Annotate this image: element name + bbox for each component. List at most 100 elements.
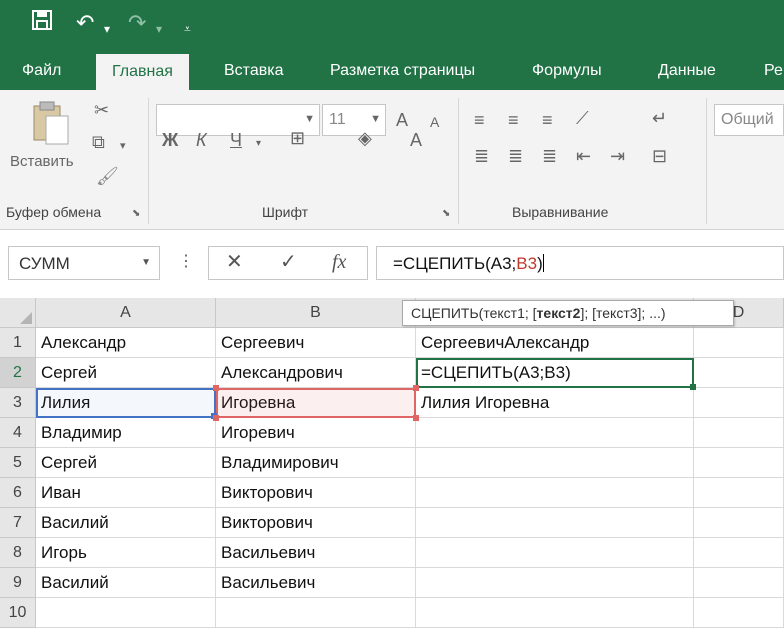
customize-icon[interactable]: ⩡ (184, 14, 191, 44)
cell-a5[interactable]: Сергей (36, 448, 216, 478)
redo-icon[interactable]: ↷ (128, 8, 146, 38)
row-header-10[interactable]: 10 (0, 598, 36, 628)
italic-button[interactable]: К (196, 130, 207, 150)
fill-handle[interactable] (690, 384, 696, 390)
name-box[interactable]: СУММ ▼ (8, 246, 160, 280)
undo-icon[interactable]: ↶ (76, 8, 94, 38)
cell-a8[interactable]: Игорь (36, 538, 216, 568)
font-color-icon[interactable]: A (410, 130, 422, 150)
resize-handle[interactable] (413, 415, 419, 421)
formula-input[interactable]: =СЦЕПИТЬ(А3;B3) (376, 246, 784, 280)
undo-dropdown-icon[interactable]: ▾ (104, 14, 110, 44)
cell-d2[interactable] (694, 358, 784, 388)
cell-b2[interactable]: Александрович (216, 358, 416, 388)
cell-c8[interactable] (416, 538, 694, 568)
orientation-icon[interactable]: ⟋ (576, 108, 589, 128)
tab-home[interactable]: Главная (96, 54, 189, 90)
number-format-combo[interactable]: Общий (714, 104, 784, 136)
copy-icon[interactable]: ⧉ (92, 132, 105, 152)
paste-icon[interactable] (28, 100, 72, 150)
borders-icon[interactable]: ⊞ (290, 128, 305, 148)
cell-c7[interactable] (416, 508, 694, 538)
row-header-4[interactable]: 4 (0, 418, 36, 448)
decrease-indent-icon[interactable]: ⇤ (576, 146, 591, 166)
align-bottom-icon[interactable]: ≡ (542, 110, 553, 130)
cell-b10[interactable] (216, 598, 416, 628)
row-header-9[interactable]: 9 (0, 568, 36, 598)
cell-b7[interactable]: Викторович (216, 508, 416, 538)
copy-dropdown-icon[interactable]: ▾ (120, 136, 126, 156)
cell-b9[interactable]: Васильевич (216, 568, 416, 598)
cell-b8[interactable]: Васильевич (216, 538, 416, 568)
cell-d6[interactable] (694, 478, 784, 508)
cell-b5[interactable]: Владимирович (216, 448, 416, 478)
row-header-7[interactable]: 7 (0, 508, 36, 538)
row-header-5[interactable]: 5 (0, 448, 36, 478)
cell-c10[interactable] (416, 598, 694, 628)
insert-function-icon[interactable]: fx (332, 250, 346, 274)
cell-a2[interactable]: Сергей (36, 358, 216, 388)
cancel-icon[interactable]: ✕ (226, 250, 243, 274)
enter-icon[interactable]: ✓ (280, 250, 297, 274)
merge-center-icon[interactable]: ⊟ (652, 146, 667, 166)
wrap-text-icon[interactable]: ↵ (652, 108, 667, 128)
cell-d7[interactable] (694, 508, 784, 538)
font-size-combo[interactable]: 11 ▼ (322, 104, 386, 136)
cell-c2[interactable]: =СЦЕПИТЬ(А3;B3) (416, 358, 694, 388)
row-header-6[interactable]: 6 (0, 478, 36, 508)
cell-d8[interactable] (694, 538, 784, 568)
row-header-1[interactable]: 1 (0, 328, 36, 358)
underline-button[interactable]: Ч (230, 130, 242, 150)
tab-insert[interactable]: Вставка (224, 50, 283, 90)
resize-handle[interactable] (213, 385, 219, 391)
cell-a9[interactable]: Василий (36, 568, 216, 598)
cell-a4[interactable]: Владимир (36, 418, 216, 448)
tab-file[interactable]: Файл (22, 50, 61, 90)
tab-review[interactable]: Ре (764, 50, 783, 90)
font-grow-icon[interactable]: A (396, 110, 408, 130)
column-header-a[interactable]: A (36, 298, 216, 328)
align-top-icon[interactable]: ≡ (474, 110, 485, 130)
align-middle-icon[interactable]: ≡ (508, 110, 519, 130)
cell-a7[interactable]: Василий (36, 508, 216, 538)
cell-b3[interactable]: Игоревна (216, 388, 416, 418)
increase-indent-icon[interactable]: ⇥ (610, 146, 625, 166)
tab-formulas[interactable]: Формулы (532, 50, 602, 90)
row-header-8[interactable]: 8 (0, 538, 36, 568)
clipboard-launcher-icon[interactable]: ⬊ (132, 208, 140, 219)
row-header-3[interactable]: 3 (0, 388, 36, 418)
cell-d5[interactable] (694, 448, 784, 478)
paste-button[interactable]: Вставить (10, 152, 74, 172)
cell-a10[interactable] (36, 598, 216, 628)
cell-b1[interactable]: Сергеевич (216, 328, 416, 358)
resize-handle[interactable] (213, 415, 219, 421)
align-left-icon[interactable]: ≣ (474, 146, 489, 166)
tab-page-layout[interactable]: Разметка страницы (330, 50, 475, 90)
chevron-down-icon[interactable]: ▾ (256, 134, 261, 154)
tab-data[interactable]: Данные (658, 50, 716, 90)
font-launcher-icon[interactable]: ⬊ (442, 208, 450, 219)
cell-c6[interactable] (416, 478, 694, 508)
redo-dropdown-icon[interactable]: ▾ (156, 14, 162, 44)
resize-handle[interactable] (413, 385, 419, 391)
cell-c9[interactable] (416, 568, 694, 598)
save-icon[interactable] (30, 8, 54, 40)
cell-a1[interactable]: Александр (36, 328, 216, 358)
cell-a6[interactable]: Иван (36, 478, 216, 508)
column-header-b[interactable]: B (216, 298, 416, 328)
cell-c3[interactable]: Лилия Игоревна (416, 388, 694, 418)
format-painter-icon[interactable]: 🖌 (96, 166, 119, 186)
align-center-icon[interactable]: ≣ (508, 146, 523, 166)
cell-c1[interactable]: СергеевичАлександр (416, 328, 694, 358)
bold-button[interactable]: Ж (162, 130, 178, 150)
cut-icon[interactable]: ✂ (94, 100, 109, 120)
fill-color-icon[interactable]: ◈ (358, 128, 372, 148)
font-shrink-icon[interactable]: A (430, 112, 439, 132)
cell-d3[interactable] (694, 388, 784, 418)
cell-c5[interactable] (416, 448, 694, 478)
select-all-button[interactable] (0, 298, 36, 328)
align-right-icon[interactable]: ≣ (542, 146, 557, 166)
cell-b4[interactable]: Игоревич (216, 418, 416, 448)
cell-c4[interactable] (416, 418, 694, 448)
cell-d4[interactable] (694, 418, 784, 448)
